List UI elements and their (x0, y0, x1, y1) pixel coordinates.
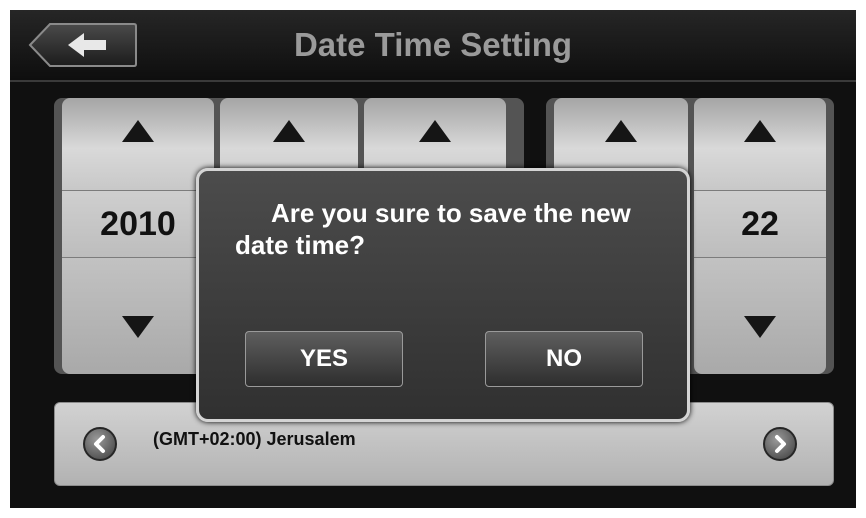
minute-down-button[interactable] (694, 258, 826, 374)
arrow-up-icon (273, 120, 305, 142)
year-up-button[interactable] (62, 98, 214, 190)
year-value: 2010 (100, 205, 176, 243)
minute-up-button[interactable] (694, 98, 826, 190)
dialog-message: Are you sure to save the new date time? (235, 198, 631, 260)
arrow-up-icon (122, 120, 154, 142)
back-button[interactable] (28, 22, 138, 68)
yes-button[interactable]: YES (245, 331, 403, 387)
no-button[interactable]: NO (485, 331, 643, 387)
arrow-down-icon (122, 316, 154, 338)
chevron-left-circle-icon (94, 435, 105, 453)
arrow-up-icon (744, 120, 776, 142)
header-bar: Date Time Setting (10, 10, 856, 82)
minute-value: 22 (741, 205, 779, 243)
arrow-up-icon (419, 120, 451, 142)
year-down-button[interactable] (62, 258, 214, 374)
confirm-save-dialog: Are you sure to save the new date time? … (196, 168, 690, 422)
minute-column: 22 (694, 98, 826, 374)
arrow-down-icon (744, 316, 776, 338)
arrow-up-icon (605, 120, 637, 142)
timezone-prev-button[interactable] (83, 427, 117, 461)
year-column: 2010 (62, 98, 214, 374)
year-value-cell: 2010 (62, 190, 214, 258)
device-screen: Date Time Setting 2010 22 (GMT+02:00) Je… (10, 10, 856, 508)
minute-value-cell: 22 (694, 190, 826, 258)
timezone-label: (GMT+02:00) Jerusalem (153, 429, 356, 449)
arrow-left-icon (28, 23, 137, 67)
chevron-right-circle-icon (775, 435, 786, 453)
timezone-next-button[interactable] (763, 427, 797, 461)
